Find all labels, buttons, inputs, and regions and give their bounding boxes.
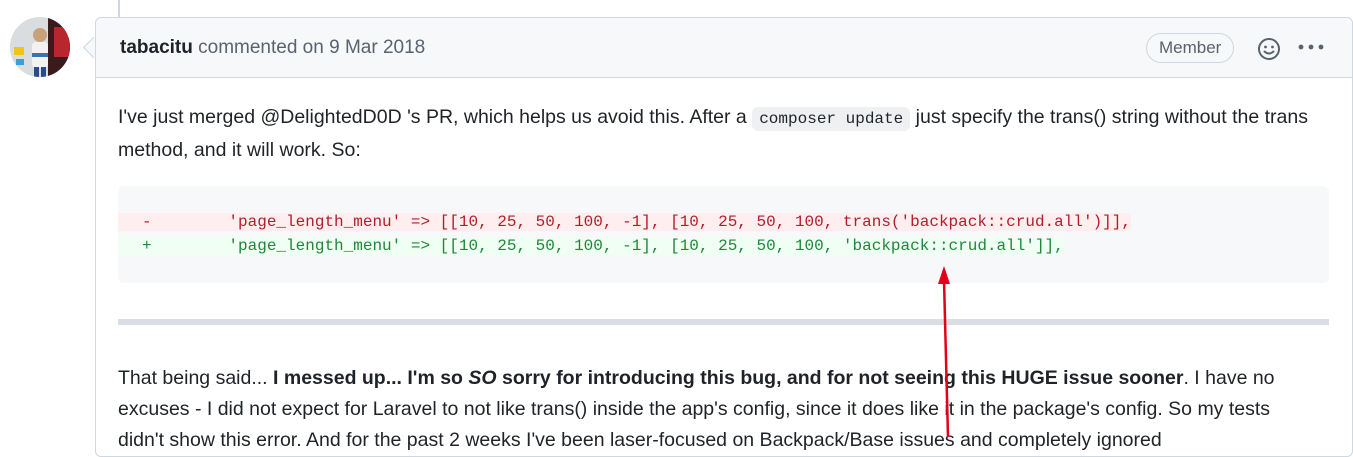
- paragraph-1: I've just merged @DelightedD0D 's PR, wh…: [118, 102, 1318, 166]
- avatar[interactable]: [10, 17, 70, 77]
- more-options-button[interactable]: [1296, 34, 1328, 60]
- paragraph-2: That being said... I messed up... I'm so…: [118, 363, 1318, 456]
- paragraph-1-text-before: I've just merged @DelightedD0D 's PR, wh…: [118, 106, 753, 128]
- diff-removed-line: - 'page_length_menu' => [[10, 25, 50, 10…: [118, 210, 1131, 234]
- avatar-image: [10, 17, 70, 77]
- timeline-line: [118, 0, 120, 18]
- paragraph-2-bold-a: I messed up... I'm so: [273, 367, 469, 389]
- diff-added-line: + 'page_length_menu' => [[10, 25, 50, 10…: [118, 234, 1064, 258]
- add-reaction-button[interactable]: [1257, 37, 1281, 61]
- paragraph-2-bold-b: sorry for introducing this bug, and for …: [496, 367, 1184, 389]
- diff-removed-code: 'page_length_menu' => [[10, 25, 50, 100,…: [151, 213, 1131, 231]
- inline-code: composer update: [752, 107, 911, 131]
- paragraph-2-bold: I messed up... I'm so SO sorry for intro…: [273, 367, 1183, 389]
- comment-body: I've just merged @DelightedD0D 's PR, wh…: [118, 102, 1330, 166]
- comment-header: tabacitu commented on 9 Mar 2018 Member: [96, 18, 1352, 78]
- paragraph-2-intro: That being said...: [118, 367, 274, 389]
- author-link[interactable]: tabacitu: [120, 37, 193, 58]
- role-badge: Member: [1146, 33, 1235, 63]
- diff-code-block: - 'page_length_menu' => [[10, 25, 50, 10…: [118, 186, 1329, 283]
- smiley-icon: [1258, 38, 1280, 60]
- comment-date-link[interactable]: 9 Mar 2018: [329, 37, 425, 58]
- horizontal-rule: [118, 319, 1329, 325]
- diff-removed-marker: -: [142, 213, 152, 231]
- diff-added-marker: +: [142, 237, 152, 255]
- paragraph-2-bold-emphasis: SO: [468, 367, 497, 389]
- comment-action: commented on: [198, 37, 324, 58]
- comment-header-text: tabacitu commented on 9 Mar 2018: [120, 37, 425, 59]
- comment-box: tabacitu commented on 9 Mar 2018 Member …: [95, 17, 1353, 457]
- kebab-horizontal-icon: [1298, 44, 1324, 50]
- diff-added-code: 'page_length_menu' => [[10, 25, 50, 100,…: [151, 237, 1064, 255]
